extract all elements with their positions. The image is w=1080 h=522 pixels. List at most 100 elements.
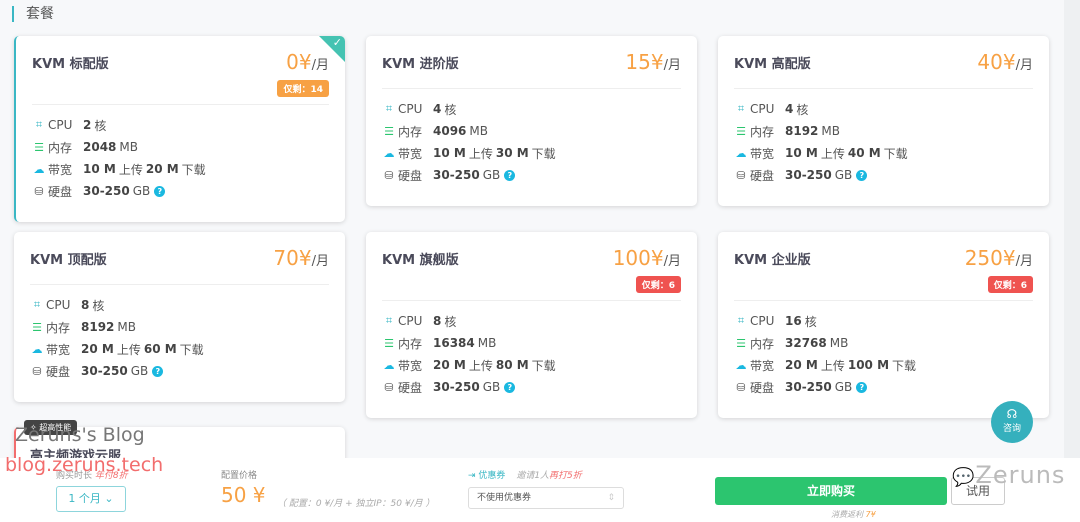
duration-select[interactable]: 1 个月 ⌄ [56,486,126,512]
spec-row: ☰ 内存 8192 MB [30,316,204,338]
spec-label: 带宽 [750,146,775,161]
upload-value: 20 M [81,342,114,356]
spec-row: ⛁ 硬盘 30-250 GB? [32,180,206,202]
download-value: 80 M [495,358,529,372]
spec-row: ☁ 带宽 20 M 上传 100 M 下载 [734,354,917,376]
spec-row: ⛁ 硬盘 30-250 GB? [734,376,916,398]
disk-icon: ⛁ [32,364,42,378]
unit: 下载 [531,146,556,161]
spec-label: CPU [750,314,775,328]
plan-price: 70¥/月 [273,246,329,270]
check-icon: ✓ [332,36,342,49]
unit: 核 [804,314,817,329]
help-icon[interactable]: ? [152,365,164,377]
consult-button[interactable]: ☊ 咨询 [991,401,1033,443]
price-value: 250¥ [964,246,1016,270]
plan-card[interactable]: KVM 顶配版 70¥/月 ⌗ CPU 8 核 ☰ 内存 8192 MB ☁ 带宽 20 M 上传 60… [14,232,345,402]
disk-icon: ⛁ [736,168,746,182]
upload-value: 10 M [83,162,116,176]
cpu-icon: ⌗ [737,102,745,115]
spec-row: ☰ 内存 8192 MB [734,120,908,142]
scrollbar[interactable] [1064,0,1080,458]
mem-value: 8192 [81,320,115,334]
download-value: 100 M [847,358,890,372]
cloud-upload-icon: ☁ [383,146,395,160]
plan-card[interactable]: KVM 企业版 250¥/月 仅剩：6 ⌗ CPU 16 核 ☰ 内存 32768 MB ☁ 带宽 2… [718,232,1049,418]
price-unit: /月 [1015,254,1033,269]
divider [734,300,1033,301]
plan-title: KVM 高配版 [734,57,811,72]
cpu-icon: ⌗ [33,298,41,311]
divider [382,88,681,89]
unit: 下载 [883,146,908,161]
spec-row: ⌗ CPU 4 核 [734,98,908,120]
cpu-value: 2 [83,118,92,132]
unit: MB [821,124,840,138]
spec-row: ☰ 内存 16384 MB [382,332,556,354]
spec-label: 硬盘 [750,168,775,183]
unit: GB [834,168,853,182]
help-icon[interactable]: ? [154,185,166,197]
help-icon[interactable]: ? [856,169,868,181]
spec-label: CPU [46,298,71,312]
help-icon[interactable]: ? [856,381,868,393]
help-icon[interactable]: ? [504,169,516,181]
coupon-select[interactable]: 不使用优惠券 ⇕ [468,487,624,509]
download-value: 20 M [145,162,179,176]
buy-now-button[interactable]: 立即购买 [715,477,947,505]
disk-value: 30-250 [83,184,130,198]
sort-icon: ⇕ [607,493,615,503]
disk-icon: ⛁ [34,184,44,198]
memory-icon: ☰ [736,124,746,138]
divider [30,284,329,285]
spec-label: CPU [750,102,775,116]
cpu-icon: ⌗ [35,118,43,131]
config-price: 50 ¥ [221,483,266,507]
mem-value: 2048 [83,140,117,154]
disk-value: 30-250 [785,168,832,182]
price-unit: /月 [311,254,329,269]
plan-card[interactable]: KVM 旗舰版 100¥/月 仅剩：6 ⌗ CPU 8 核 ☰ 内存 16384 MB ☁ 带宽 20… [366,232,697,418]
help-icon[interactable]: ? [504,381,516,393]
spec-label: 硬盘 [48,184,73,199]
plan-title: KVM 旗舰版 [382,253,459,268]
spec-label: 硬盘 [398,168,423,183]
plan-card[interactable]: ✓ KVM 标配版 0¥/月 仅剩：14 ⌗ CPU 2 核 ☰ 内存 2048 MB ☁ 带宽 10 … [14,36,345,222]
spec-label: 带宽 [398,146,423,161]
memory-icon: ☰ [384,124,394,138]
spec-label: CPU [398,102,423,116]
coupon-label: 优惠券 [478,471,506,481]
spec-row: ☰ 内存 2048 MB [32,136,206,158]
plan-price: 0¥/月 [286,50,329,74]
plan-card[interactable]: KVM 进阶版 15¥/月 ⌗ CPU 4 核 ☰ 内存 4096 MB ☁ 带宽 10 M 上传 30… [366,36,697,206]
cpu-value: 4 [433,102,442,116]
price-detail: （ 配置：0 ¥/月 + 独立IP：50 ¥/月 ） [277,499,435,509]
spec-label: 内存 [398,336,423,351]
spec-row: ☁ 带宽 20 M 上传 60 M 下载 [30,338,204,360]
plan-card[interactable]: KVM 高配版 40¥/月 ⌗ CPU 4 核 ☰ 内存 8192 MB ☁ 带宽 10 M 上传 40… [718,36,1049,206]
invite-text: 邀请1人 [516,471,550,481]
spec-row: ⌗ CPU 16 核 [734,310,916,332]
download-value: 40 M [847,146,881,160]
unit: 核 [444,102,457,117]
unit: 核 [796,102,809,117]
spec-label: 内存 [750,124,775,139]
mem-value: 4096 [433,124,467,138]
price-value: 0¥ [286,50,312,74]
wechat-icon: 💬 [952,467,976,488]
disk-value: 30-250 [785,380,832,394]
plan-title: KVM 企业版 [734,253,811,268]
spec-label: 硬盘 [398,380,423,395]
spec-label: 硬盘 [750,380,775,395]
spec-label: 带宽 [48,162,73,177]
mem-value: 16384 [433,336,475,350]
price-unit: /月 [663,254,681,269]
spec-label: CPU [398,314,423,328]
plan-price: 40¥/月 [977,50,1033,74]
unit: MB [117,320,136,334]
plan-title: KVM 进阶版 [382,57,459,72]
spec-label: 内存 [750,336,775,351]
spec-row: ⛁ 硬盘 30-250 GB? [30,360,204,382]
watermark-wechat-text: Zeruns [975,461,1066,489]
disk-value: 30-250 [433,168,480,182]
